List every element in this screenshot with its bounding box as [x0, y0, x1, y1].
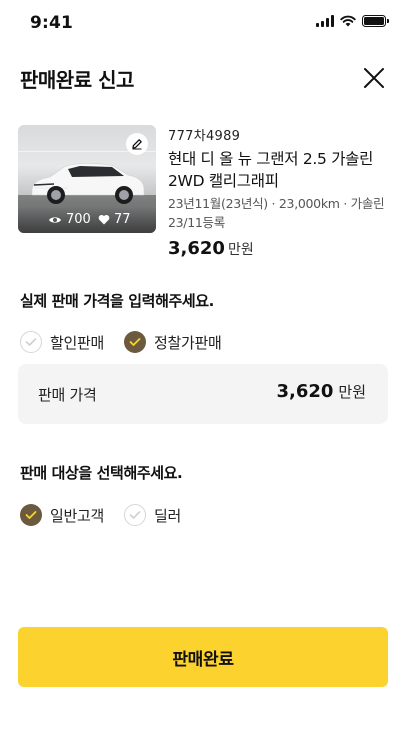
status-bar: 9:41 — [0, 0, 406, 46]
radio-general-customer-label: 일반고객 — [50, 506, 105, 525]
car-price-unit: 만원 — [227, 242, 254, 258]
page-title: 판매완료 신고 — [20, 68, 134, 92]
radio-dealer[interactable]: 딜러 — [124, 504, 181, 526]
views-value: 700 — [66, 212, 91, 227]
radio-discount-sale-label: 할인판매 — [50, 333, 105, 352]
radio-dealer-label: 딜러 — [154, 506, 182, 525]
close-icon — [364, 68, 384, 88]
check-circle-icon — [124, 504, 147, 526]
wifi-icon — [340, 15, 356, 27]
radio-general-customer[interactable]: 일반고객 — [20, 504, 104, 526]
sale-price-unit: 만원 — [338, 383, 366, 401]
status-icons — [316, 15, 389, 27]
eye-icon — [49, 216, 61, 223]
radio-fixed-price-sale[interactable]: 정찰가판매 — [124, 331, 222, 353]
target-options: 일반고객 딜러 — [20, 504, 181, 526]
sale-price-number: 3,620 — [276, 381, 334, 402]
check-circle-icon — [20, 331, 42, 353]
status-time: 9:41 — [30, 13, 74, 33]
price-section-title: 실제 판매 가격을 입력해주세요. — [20, 292, 214, 310]
car-price-number: 3,620 — [168, 238, 225, 259]
edit-photo-button[interactable] — [126, 133, 148, 155]
views-count: 700 — [48, 212, 91, 227]
sale-price-value: 3,620 만원 — [276, 381, 366, 402]
close-button[interactable] — [360, 64, 388, 92]
heart-icon — [98, 214, 110, 225]
battery-icon — [362, 15, 389, 27]
pencil-icon — [132, 139, 142, 150]
car-name: 현대 디 올 뉴 그랜저 2.5 가솔린 2WD 캘리그래피 — [168, 150, 374, 190]
submit-sale-complete-button[interactable]: 판매완료 — [18, 627, 388, 687]
car-image — [31, 163, 145, 204]
sale-price-label: 판매 가격 — [38, 386, 97, 404]
likes-count: 77 — [98, 212, 131, 227]
radio-discount-sale[interactable]: 할인판매 — [20, 331, 104, 353]
target-section-title: 판매 대상을 선택해주세요. — [20, 464, 183, 482]
cellular-signal-icon — [316, 15, 334, 27]
header: 판매완료 신고 — [0, 58, 406, 98]
car-photo: 700 77 — [18, 125, 156, 233]
check-circle-icon — [20, 504, 42, 526]
check-circle-icon — [124, 331, 147, 353]
car-price: 3,620 만원 — [168, 238, 390, 259]
car-plate: 777차4989 — [168, 129, 241, 144]
price-type-options: 할인판매 정찰가판매 — [20, 331, 222, 353]
sale-price-input[interactable]: 판매 가격 3,620 만원 — [18, 364, 388, 424]
radio-fixed-price-sale-label: 정찰가판매 — [154, 333, 222, 352]
car-meta: 23년11월(23년식) · 23,000km · 가솔린 23/11등록 — [168, 196, 385, 230]
car-info: 777차4989 현대 디 올 뉴 그랜저 2.5 가솔린 2WD 캘리그래피 … — [168, 125, 390, 259]
likes-value: 77 — [114, 212, 131, 227]
car-card: 700 77 777차4989 현대 디 올 뉴 그랜저 2.5 가솔린 2WD… — [18, 125, 390, 259]
